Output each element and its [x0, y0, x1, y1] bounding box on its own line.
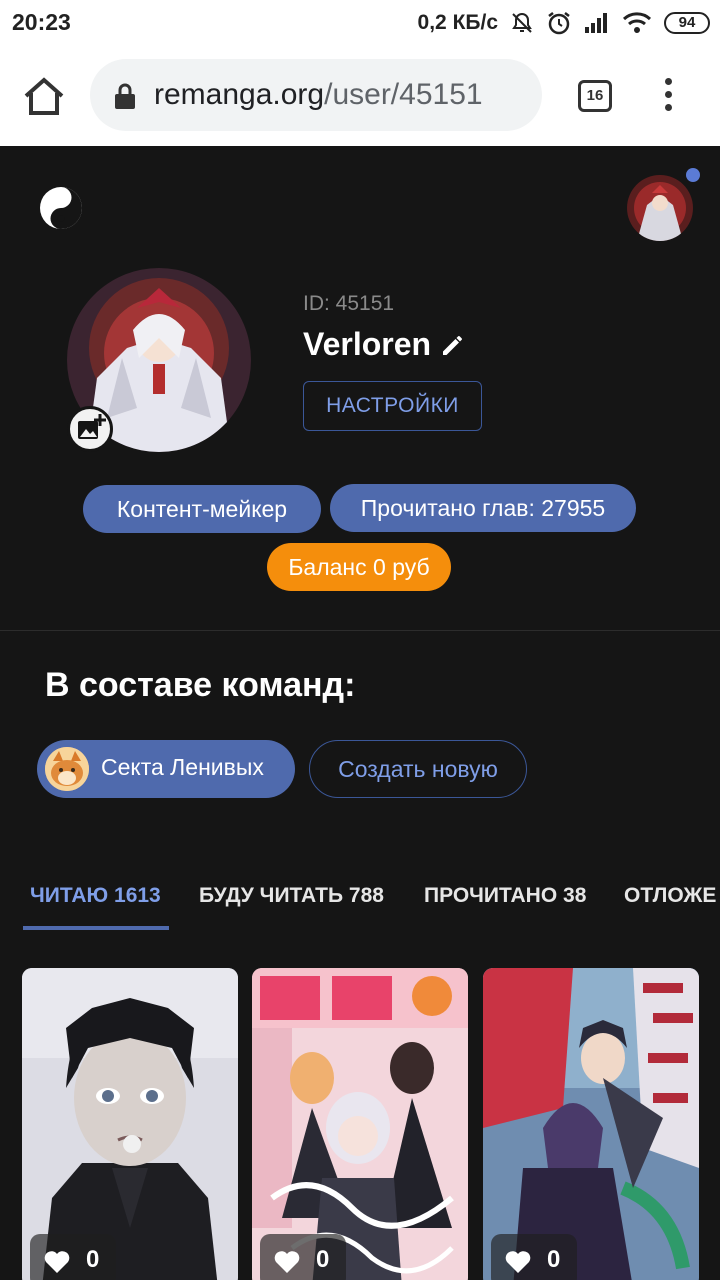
status-time: 20:23 — [12, 9, 71, 35]
like-counter[interactable]: 0 — [491, 1234, 577, 1280]
status-icons: 0,2 КБ/с 94 — [418, 8, 710, 38]
teams-title: В составе команд: — [45, 666, 356, 704]
url-domain: remanga.org — [154, 78, 325, 111]
like-count: 0 — [547, 1246, 561, 1273]
header-avatar[interactable] — [627, 175, 693, 241]
tab-reading[interactable]: ЧИТАЮ 1613 — [30, 884, 161, 908]
team-chip[interactable]: Секта Ленивых — [37, 740, 295, 798]
team-name: Секта Ленивых — [101, 754, 264, 780]
signal-icon — [585, 13, 607, 33]
browser-menu-icon[interactable] — [660, 78, 676, 114]
alarm-icon — [548, 12, 570, 35]
like-counter[interactable]: 0 — [260, 1234, 346, 1280]
site-logo-icon[interactable] — [39, 186, 83, 230]
url-text: remanga.org/user/45151 — [154, 78, 483, 112]
manga-card[interactable]: 0 — [483, 968, 699, 1280]
tab-postponed[interactable]: ОТЛОЖЕ — [624, 884, 716, 908]
manga-card[interactable]: 0 — [252, 968, 468, 1280]
balance-badge[interactable]: Баланс 0 руб — [267, 543, 451, 591]
profile-page: ID: 45151 Verloren НАСТРОЙКИ Контент-мей… — [0, 146, 720, 1280]
battery-icon: 94 — [664, 12, 710, 34]
browser-toolbar: remanga.org/user/45151 16 — [0, 46, 720, 146]
username: Verloren — [303, 326, 432, 362]
tab-will-read[interactable]: БУДУ ЧИТАТЬ 788 — [199, 884, 384, 908]
tab-read[interactable]: ПРОЧИТАНО 38 — [424, 884, 586, 908]
lock-icon — [115, 83, 135, 109]
user-id: ID: 45151 — [303, 292, 395, 315]
wifi-icon — [622, 12, 652, 33]
home-icon[interactable] — [22, 76, 66, 116]
create-team-button[interactable]: Создать новую — [309, 740, 527, 798]
settings-button[interactable]: НАСТРОЙКИ — [303, 381, 482, 431]
like-count: 0 — [86, 1246, 100, 1273]
manga-card[interactable]: 0 — [22, 968, 238, 1280]
like-count: 0 — [316, 1246, 330, 1273]
role-badge: Контент-мейкер — [83, 485, 321, 533]
edit-icon[interactable] — [440, 332, 466, 358]
section-divider — [0, 630, 720, 631]
address-bar[interactable]: remanga.org/user/45151 — [90, 59, 542, 131]
chapters-read-badge: Прочитано глав: 27955 — [330, 484, 636, 532]
url-path: /user/45151 — [324, 78, 483, 111]
team-avatar — [45, 747, 89, 791]
heart-icon — [505, 1251, 531, 1273]
status-bar: 20:23 0,2 КБ/с 94 — [0, 0, 720, 46]
mute-icon — [512, 12, 532, 33]
add-photo-button[interactable] — [67, 406, 113, 452]
heart-icon — [274, 1251, 300, 1273]
heart-icon — [44, 1251, 70, 1273]
network-speed: 0,2 КБ/с — [417, 11, 498, 34]
like-counter[interactable]: 0 — [30, 1234, 116, 1280]
tabs-count-button[interactable]: 16 — [578, 80, 612, 112]
active-tab-indicator — [23, 926, 169, 930]
add-photo-icon — [78, 414, 106, 439]
notification-dot — [686, 168, 700, 182]
